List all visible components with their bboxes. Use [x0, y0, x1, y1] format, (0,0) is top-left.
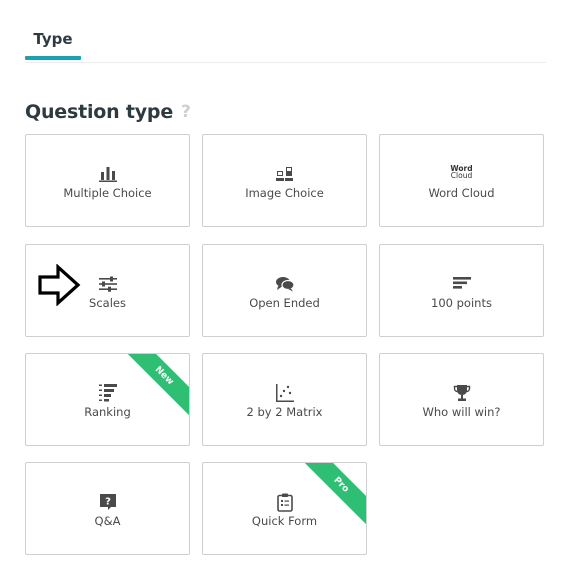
question-box-icon-mark: ?: [105, 497, 111, 508]
card-label: Image Choice: [245, 186, 324, 200]
card-multiple-choice[interactable]: Multiple Choice: [25, 134, 190, 227]
tab-bar: Type: [25, 0, 546, 63]
clipboard-form-icon: [274, 491, 296, 513]
tab-type-label: Type: [33, 30, 73, 48]
question-box-icon: ?: [97, 491, 119, 513]
trophy-icon: [451, 382, 473, 404]
card-quick-form[interactable]: Quick Form Pro: [202, 462, 367, 555]
help-icon[interactable]: ?: [181, 102, 191, 122]
pointer-arrow-icon: [38, 264, 81, 306]
card-ranking[interactable]: Ranking New: [25, 353, 190, 446]
card-label: Ranking: [84, 405, 131, 419]
card-qa[interactable]: ? Q&A: [25, 462, 190, 555]
chat-bubbles-icon: [274, 273, 296, 295]
card-100-points[interactable]: 100 points: [379, 244, 544, 337]
card-2-by-2-matrix[interactable]: 2 by 2 Matrix: [202, 353, 367, 446]
card-open-ended[interactable]: Open Ended: [202, 244, 367, 337]
active-tab-indicator: [25, 56, 81, 60]
scatter-matrix-icon: [274, 382, 296, 404]
stacked-lines-icon: [451, 273, 473, 295]
card-label: Who will win?: [422, 405, 501, 419]
card-label: 2 by 2 Matrix: [246, 405, 323, 419]
bar-chart-icon: [97, 163, 119, 185]
image-choice-icon: [274, 163, 296, 185]
word-cloud-icon: ········ Word Cloud ········: [450, 161, 473, 182]
ranking-icon: [97, 382, 119, 404]
section-title: Question type ?: [25, 100, 191, 124]
card-who-will-win[interactable]: Who will win?: [379, 353, 544, 446]
card-word-cloud[interactable]: ········ Word Cloud ········ Word Cloud: [379, 134, 544, 227]
card-label: Word Cloud: [428, 186, 495, 200]
sliders-icon: [97, 273, 119, 295]
card-label: Multiple Choice: [63, 186, 152, 200]
card-label: Quick Form: [251, 514, 318, 528]
card-label: Open Ended: [249, 296, 320, 310]
card-image-choice[interactable]: Image Choice: [202, 134, 367, 227]
card-label: 100 points: [431, 296, 492, 310]
section-title-text: Question type: [25, 101, 174, 123]
card-label: Q&A: [94, 514, 121, 528]
